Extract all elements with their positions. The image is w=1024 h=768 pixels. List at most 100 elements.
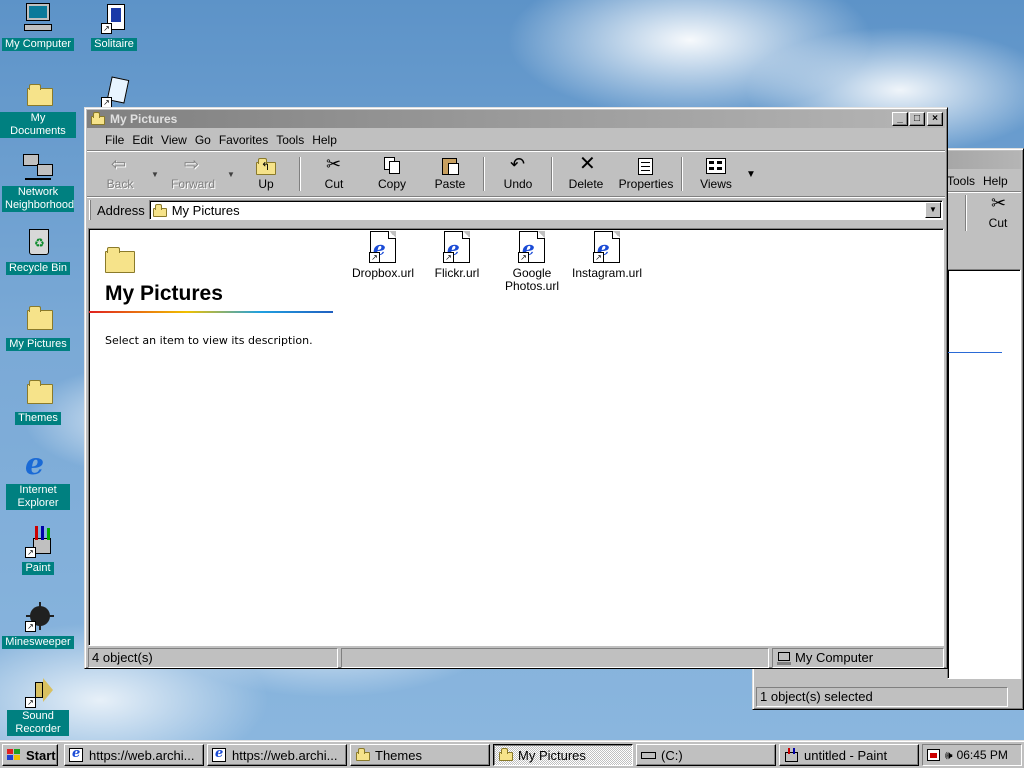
up-button[interactable]: ↰ Up [237,154,295,194]
standard-toolbar: ⇦ Back ▼ ⇨ Forward ▼ ↰ Up ✂ Cut Copy Pas… [85,152,947,196]
scissors-icon: ✂ [991,193,1007,213]
cut-button[interactable]: ✂ Cut [305,154,363,194]
menu-edit[interactable]: Edit [132,133,153,147]
solitaire-cards-icon: ↗ [97,2,131,34]
up-folder-icon: ↰ [255,157,277,175]
folder-icon [21,302,55,334]
taskbar-button-my-pictures[interactable]: My Pictures [493,744,633,766]
status-middle [341,648,769,668]
menu-tools[interactable]: Tools [276,133,304,147]
window-title: My Pictures [110,112,178,126]
clipboard-icon [439,157,461,175]
internet-shortcut-icon: e ↗ [363,231,403,263]
hard-drive-icon [641,748,657,762]
menu-view[interactable]: View [161,133,187,147]
taskbar-button-themes[interactable]: Themes [350,744,490,766]
menu-help[interactable]: Help [312,133,337,147]
desktop-icon-my-documents[interactable]: My Documents [0,78,76,138]
desktop-icon-my-computer[interactable]: My Computer [0,2,76,51]
computer-icon [21,2,55,34]
properties-button[interactable]: Properties [615,154,677,194]
folder-large-icon [103,245,137,275]
taskbar-button-browser-2[interactable]: e https://web.archi... [207,744,347,766]
back-window-statusbar: 1 object(s) selected [756,687,1008,707]
menu-favorites[interactable]: Favorites [219,133,268,147]
desktop-icon-internet-explorer[interactable]: e Internet Explorer [0,450,76,510]
desktop-icon-notepad[interactable]: ↗ [76,76,152,110]
desktop-icon-label: My Pictures [6,338,70,351]
back-window-content[interactable] [947,269,1021,679]
start-button[interactable]: Start [2,744,58,766]
panel-description: Select an item to view its description. [105,334,313,347]
volume-icon[interactable]: 🕪 [945,748,953,763]
menu-file[interactable]: File [105,133,124,147]
desktop-icon-label: My Documents [0,112,76,138]
address-bar: Address My Pictures ▼ [85,198,947,222]
speaker-icon: ↗ [21,676,55,708]
internet-shortcut-icon: e ↗ [587,231,627,263]
desktop-icon-minesweeper[interactable]: ↗ Minesweeper [0,600,76,649]
taskbar-button-browser-1[interactable]: e https://web.archi... [64,744,204,766]
back-cut-button[interactable]: ✂ Cut [969,193,1024,233]
forward-button[interactable]: ⇨ Forward [161,154,225,194]
folder-icon [21,376,55,408]
desktop-icon-sound-recorder[interactable]: ↗ Sound Recorder [0,676,76,736]
taskbar-button-drive-c[interactable]: (C:) [636,744,776,766]
object-count: 4 object(s) [88,648,338,668]
internet-shortcut-icon: e ↗ [437,231,477,263]
heading-rule [89,311,333,313]
desktop: My Computer ↗ Solitaire My Documents ↗ N… [0,0,1024,740]
views-button[interactable]: Views [687,154,745,194]
minimize-button[interactable]: _ [892,112,908,126]
system-tray: 🕪 06:45 PM [922,744,1022,766]
address-field[interactable]: My Pictures ▼ [148,200,943,220]
my-pictures-window[interactable]: My Pictures _ □ × File Edit View Go Favo… [84,107,948,669]
menu-tools[interactable]: Tools [947,174,975,188]
back-arrow-icon: ⇦ [111,154,127,174]
desktop-icon-label: My Computer [1,38,75,51]
internet-shortcut-icon: e ↗ [512,231,552,263]
taskbar-button-paint[interactable]: untitled - Paint [779,744,919,766]
network-icon [21,152,55,184]
forward-dropdown-arrow[interactable]: ▼ [225,170,237,179]
clock[interactable]: 06:45 PM [957,748,1008,762]
properties-icon [635,157,657,175]
copy-button[interactable]: Copy [363,154,421,194]
start-label: Start [26,747,56,763]
views-dropdown-arrow[interactable]: ▼ [745,169,757,180]
desktop-icon-my-pictures[interactable]: My Pictures [0,302,76,351]
desktop-icon-solitaire[interactable]: ↗ Solitaire [76,2,152,51]
folder-content[interactable]: My Pictures Select an item to view its d… [88,228,944,646]
undo-button[interactable]: ↶ Undo [489,154,547,194]
desktop-icon-label: Paint [22,562,54,575]
menu-help[interactable]: Help [983,174,1008,188]
maximize-button[interactable]: □ [909,112,925,126]
scheduler-icon[interactable] [927,748,941,762]
internet-explorer-icon: e [25,447,45,482]
desktop-icon-label: Internet Explorer [6,484,70,510]
back-dropdown-arrow[interactable]: ▼ [149,170,161,179]
delete-button[interactable]: ✕ Delete [557,154,615,194]
close-button[interactable]: × [927,112,943,126]
selection-status: 1 object(s) selected [756,687,1008,707]
taskbar: Start e https://web.archi... e https://w… [0,740,1024,768]
folder-documents-icon [21,78,55,110]
copy-icon [381,157,403,175]
menu-go[interactable]: Go [195,133,211,147]
desktop-icon-recycle-bin[interactable]: ♻ Recycle Bin [0,226,76,275]
address-dropdown-button[interactable]: ▼ [925,202,941,218]
delete-x-icon: ✕ [579,153,596,175]
paste-button[interactable]: Paste [421,154,479,194]
internet-explorer-icon: e [212,746,228,762]
statusbar: 4 object(s) My Computer [88,648,944,668]
desktop-icon-network-neighborhood[interactable]: Network Neighborhood [0,152,76,212]
desktop-icon-label: Network Neighborhood [2,186,74,212]
desktop-icon-label: Themes [15,412,61,425]
window-titlebar[interactable]: My Pictures _ □ × [87,110,945,128]
address-label: Address [97,202,145,218]
menubar: File Edit View Go Favorites Tools Help [85,130,947,150]
back-button[interactable]: ⇦ Back [91,154,149,194]
desktop-icon-themes[interactable]: Themes [0,376,76,425]
desktop-icon-paint[interactable]: ↗ Paint [0,526,76,575]
file-item[interactable]: e ↗ Instagram.url [563,231,651,280]
